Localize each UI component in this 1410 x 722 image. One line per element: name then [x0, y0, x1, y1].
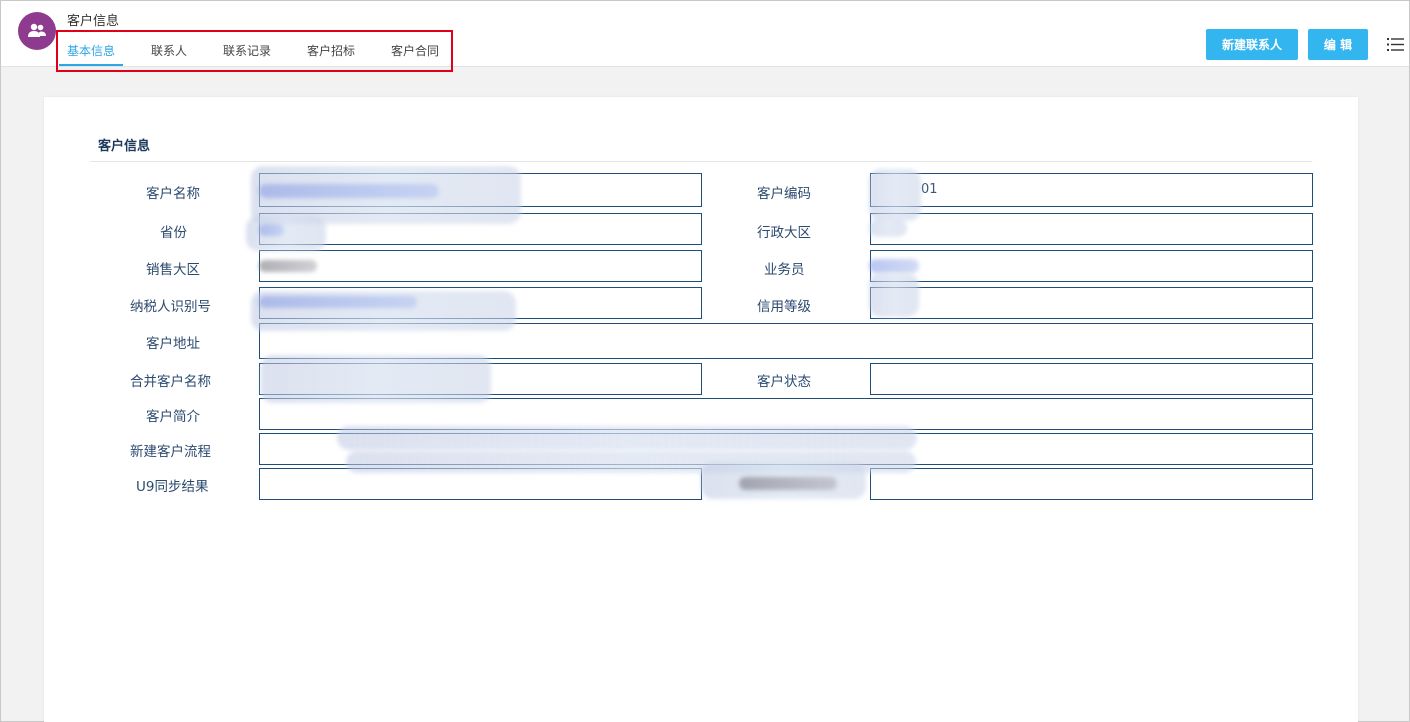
page-title: 客户信息 — [67, 14, 120, 29]
admin-region-field[interactable] — [870, 213, 1313, 245]
label-province: 省份 — [160, 225, 187, 241]
customer-code-value: 01 — [921, 182, 938, 197]
redaction-blur — [739, 477, 837, 490]
new-contact-button[interactable]: 新建联系人 — [1206, 29, 1298, 60]
tab-contact-records[interactable]: 联系记录 — [223, 42, 271, 59]
sales-region-field[interactable] — [259, 250, 702, 282]
label-u9-result: U9同步结果 — [136, 479, 209, 495]
redaction-blur — [869, 259, 919, 273]
redaction-blur — [259, 184, 439, 198]
list-icon[interactable] — [1387, 37, 1404, 52]
users-icon — [28, 23, 46, 37]
label-customer-name: 客户名称 — [146, 186, 200, 202]
tab-basic-info[interactable]: 基本信息 — [67, 42, 115, 59]
redaction-blur — [869, 169, 921, 221]
label-new-process: 新建客户流程 — [130, 444, 211, 460]
section-divider — [90, 161, 1312, 162]
redaction-blur — [869, 219, 907, 237]
label-status: 客户状态 — [757, 374, 811, 390]
avatar — [18, 12, 56, 50]
redaction-blur — [246, 216, 326, 251]
redaction-blur — [261, 355, 491, 403]
credit-level-field[interactable] — [870, 287, 1313, 319]
tab-contacts[interactable]: 联系人 — [151, 42, 187, 59]
tab-customer-bidding[interactable]: 客户招标 — [307, 42, 355, 59]
label-address: 客户地址 — [146, 336, 200, 352]
section-title: 客户信息 — [98, 139, 151, 154]
label-admin-region: 行政大区 — [757, 225, 811, 241]
unlabeled-field[interactable] — [870, 468, 1313, 500]
active-tab-indicator — [59, 64, 123, 66]
label-tax-id: 纳税人识别号 — [130, 299, 211, 315]
redaction-blur — [869, 273, 919, 317]
redaction-blur — [259, 296, 417, 308]
label-sales-region: 销售大区 — [146, 262, 200, 278]
edit-button[interactable]: 编 辑 — [1308, 29, 1368, 60]
label-merged-name: 合并客户名称 — [130, 374, 211, 390]
label-credit-level: 信用等级 — [757, 299, 811, 315]
label-salesperson: 业务员 — [764, 262, 805, 278]
redaction-blur — [259, 260, 317, 272]
customer-code-field[interactable]: 01 — [870, 173, 1313, 207]
redaction-blur — [259, 224, 284, 236]
salesperson-field[interactable] — [870, 250, 1313, 282]
redaction-blur — [337, 426, 917, 450]
status-field[interactable] — [870, 363, 1313, 395]
label-customer-code: 客户编码 — [757, 186, 811, 202]
label-intro: 客户简介 — [146, 409, 200, 425]
tab-customer-contracts[interactable]: 客户合同 — [391, 42, 439, 59]
